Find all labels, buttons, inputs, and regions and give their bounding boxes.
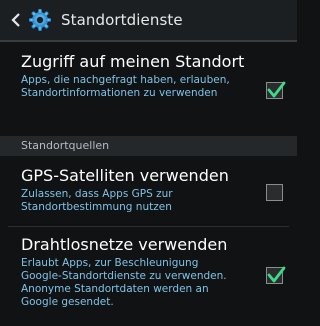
setting-description: Zulassen, dass Apps GPS zur Standortbest… (21, 188, 173, 213)
page-title: Standortdienste (61, 11, 183, 29)
setting-description: Erlaubt Apps, zur Beschleunigung Google-… (21, 257, 227, 308)
setting-title: Zugriff auf meinen Standort (21, 52, 245, 71)
section-header: Standortquellen (0, 136, 297, 156)
checkmark-icon (267, 266, 286, 283)
wireless-networks-checkbox[interactable] (266, 266, 286, 284)
gear-icon (29, 9, 51, 31)
back-button[interactable] (6, 0, 26, 41)
divider (8, 226, 289, 227)
chevron-left-icon (11, 13, 20, 27)
setting-title: GPS-Satelliten verwenden (21, 166, 229, 185)
gps-satellites-checkbox[interactable] (266, 184, 283, 201)
settings-app-icon (27, 7, 53, 33)
location-access-checkbox[interactable] (266, 81, 286, 99)
setting-location-access[interactable]: Zugriff auf meinen Standort Apps, die na… (0, 52, 297, 100)
setting-wireless-networks[interactable]: Drahtlosnetze verwenden Erlaubt Apps, zu… (0, 235, 297, 309)
setting-gps-satellites[interactable]: GPS-Satelliten verwenden Zulassen, dass … (0, 166, 297, 214)
action-bar: Standortdienste (0, 0, 297, 42)
setting-description: Apps, die nachgefragt haben, erlauben, S… (21, 74, 230, 99)
checkmark-icon (267, 81, 286, 98)
setting-title: Drahtlosnetze verwenden (21, 235, 228, 254)
